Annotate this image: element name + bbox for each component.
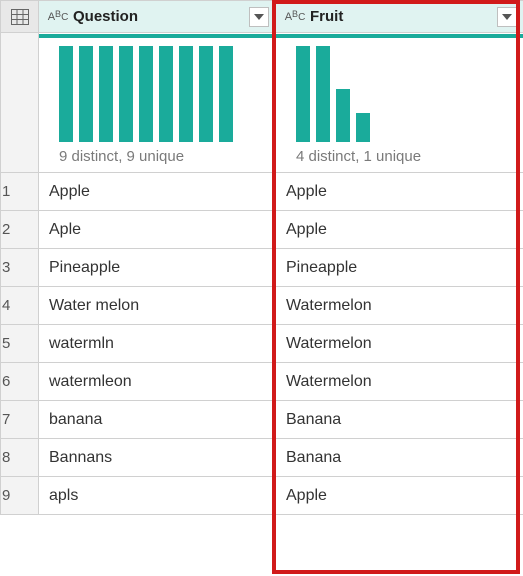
distribution-bar <box>59 46 73 142</box>
distribution-bar <box>99 46 113 142</box>
distribution-bar <box>296 46 310 142</box>
table-row[interactable]: 1AppleApple <box>1 173 523 211</box>
cell-fruit[interactable]: Banana <box>276 401 523 439</box>
column-profile-fruit[interactable]: 4 distinct, 1 unique <box>276 33 523 173</box>
cell-question[interactable]: apls <box>39 477 276 515</box>
profile-summary: 9 distinct, 9 unique <box>59 142 265 165</box>
distribution-bar <box>199 46 213 142</box>
cell-question[interactable]: Aple <box>39 211 276 249</box>
data-table: ABC Question ABC Fruit 9 distin <box>0 0 523 515</box>
row-number[interactable]: 1 <box>1 173 39 211</box>
row-number[interactable]: 2 <box>1 211 39 249</box>
table-row[interactable]: 5watermlnWatermelon <box>1 325 523 363</box>
text-type-icon: ABC <box>47 8 69 26</box>
cell-fruit[interactable]: Banana <box>276 439 523 477</box>
cell-fruit[interactable]: Watermelon <box>276 287 523 325</box>
text-type-icon: ABC <box>284 8 306 26</box>
distribution-bar <box>356 113 370 142</box>
column-label: Fruit <box>306 8 497 25</box>
table-row[interactable]: 4Water melonWatermelon <box>1 287 523 325</box>
cell-fruit[interactable]: Apple <box>276 173 523 211</box>
column-label: Question <box>69 8 249 25</box>
distribution-bar <box>119 46 133 142</box>
cell-question[interactable]: Water melon <box>39 287 276 325</box>
cell-fruit[interactable]: Watermelon <box>276 363 523 401</box>
distribution-bar <box>336 89 350 142</box>
cell-question[interactable]: Pineapple <box>39 249 276 287</box>
profile-gutter <box>1 33 39 173</box>
cell-question[interactable]: Bannans <box>39 439 276 477</box>
cell-fruit[interactable]: Watermelon <box>276 325 523 363</box>
column-header-fruit[interactable]: ABC Fruit <box>276 1 523 33</box>
table-row[interactable]: 7bananaBanana <box>1 401 523 439</box>
row-number[interactable]: 8 <box>1 439 39 477</box>
cell-fruit[interactable]: Apple <box>276 477 523 515</box>
row-number[interactable]: 6 <box>1 363 39 401</box>
row-number[interactable]: 9 <box>1 477 39 515</box>
cell-question[interactable]: watermleon <box>39 363 276 401</box>
cell-fruit[interactable]: Pineapple <box>276 249 523 287</box>
table-corner-icon[interactable] <box>1 1 39 33</box>
row-number[interactable]: 7 <box>1 401 39 439</box>
cell-question[interactable]: Apple <box>39 173 276 211</box>
distribution-bar <box>79 46 93 142</box>
table-row[interactable]: 3PineapplePineapple <box>1 249 523 287</box>
column-filter-dropdown[interactable] <box>249 7 269 27</box>
distribution-bars <box>59 46 265 142</box>
distribution-bar <box>139 46 153 142</box>
row-number[interactable]: 4 <box>1 287 39 325</box>
distribution-bars <box>296 46 513 142</box>
distribution-bar <box>316 46 330 142</box>
cell-fruit[interactable]: Apple <box>276 211 523 249</box>
row-number[interactable]: 3 <box>1 249 39 287</box>
table-row[interactable]: 8BannansBanana <box>1 439 523 477</box>
distribution-bar <box>219 46 233 142</box>
cell-question[interactable]: watermln <box>39 325 276 363</box>
column-filter-dropdown[interactable] <box>497 7 517 27</box>
distribution-bar <box>159 46 173 142</box>
column-header-question[interactable]: ABC Question <box>39 1 276 33</box>
table-row[interactable]: 9aplsApple <box>1 477 523 515</box>
column-profile-question[interactable]: 9 distinct, 9 unique <box>39 33 276 173</box>
profile-summary: 4 distinct, 1 unique <box>296 142 513 165</box>
table-row[interactable]: 6watermleonWatermelon <box>1 363 523 401</box>
cell-question[interactable]: banana <box>39 401 276 439</box>
row-number[interactable]: 5 <box>1 325 39 363</box>
distribution-bar <box>179 46 193 142</box>
table-row[interactable]: 2ApleApple <box>1 211 523 249</box>
